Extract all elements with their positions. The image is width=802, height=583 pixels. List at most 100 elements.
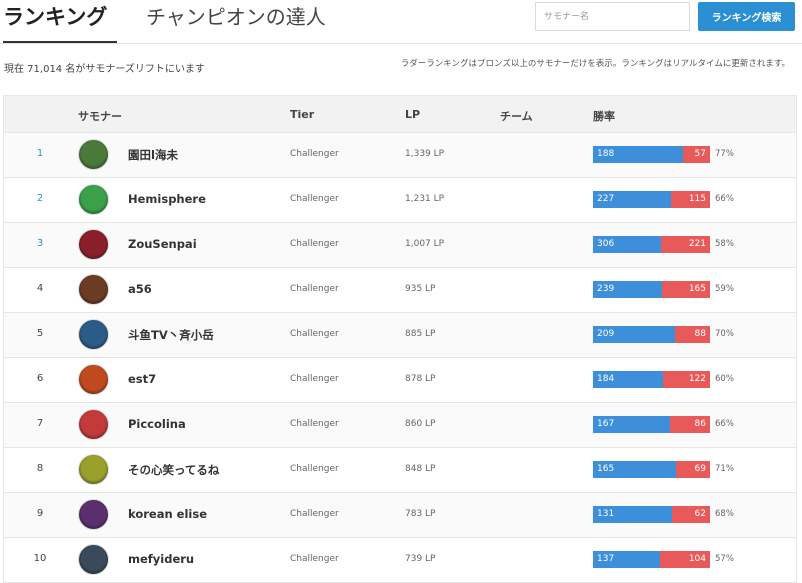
losses-bar: 57 [682, 146, 710, 163]
wins-bar: 188 [593, 146, 683, 163]
table-header: サモナー Tier LP チーム 勝率 [4, 96, 796, 133]
lp-value: 1,339 LP [405, 149, 445, 159]
lp-value: 860 LP [405, 419, 436, 429]
tier-label: Challenger [290, 149, 339, 159]
table-row[interactable]: 3 ZouSenpai Challenger 1,007 LP 306 221 58% [4, 223, 796, 268]
winrate-bar: 167 86 [593, 416, 710, 433]
tier-label: Challenger [290, 509, 339, 519]
wins-bar: 137 [593, 551, 660, 568]
losses-bar: 69 [675, 461, 710, 478]
rank-number: 7 [36, 418, 44, 429]
table-row[interactable]: 4 a56 Challenger 935 LP 239 165 59% [4, 268, 796, 313]
winrate-bar: 137 104 [593, 551, 710, 568]
lp-value: 885 LP [405, 329, 436, 339]
summoner-avatar[interactable] [78, 184, 109, 215]
losses-bar: 122 [663, 371, 710, 388]
wins-bar: 227 [593, 191, 671, 208]
winrate-percent: 66% [715, 194, 734, 204]
losses-bar: 165 [662, 281, 710, 298]
tier-label: Challenger [290, 554, 339, 564]
rank-number: 6 [36, 373, 44, 384]
winrate-percent: 77% [715, 149, 734, 159]
summoner-avatar[interactable] [78, 499, 109, 530]
summoner-avatar[interactable] [78, 139, 109, 170]
winrate-bar: 239 165 [593, 281, 710, 298]
summoner-name-link[interactable]: mefyideru [128, 552, 194, 566]
summoner-avatar[interactable] [78, 229, 109, 260]
wins-bar: 306 [593, 236, 661, 253]
header-lp: LP [405, 108, 421, 121]
summoner-avatar[interactable] [78, 544, 109, 575]
rank-number: 8 [36, 463, 44, 474]
table-row[interactable]: 10 mefyideru Challenger 739 LP 137 104 57% [4, 538, 796, 583]
summoner-search-input[interactable] [535, 2, 690, 31]
tier-label: Challenger [290, 374, 339, 384]
table-row[interactable]: 6 est7 Challenger 878 LP 184 122 60% [4, 358, 796, 403]
winrate-percent: 59% [715, 284, 734, 294]
rank-number: 5 [36, 328, 44, 339]
lp-value: 783 LP [405, 509, 436, 519]
winrate-bar: 188 57 [593, 146, 710, 163]
wins-bar: 209 [593, 326, 676, 343]
summoner-name-link[interactable]: est7 [128, 372, 156, 386]
table-row[interactable]: 1 園田l海未 Challenger 1,339 LP 188 57 77% [4, 133, 796, 178]
summoner-avatar[interactable] [78, 364, 109, 395]
winrate-percent: 68% [715, 509, 734, 519]
winrate-bar: 165 69 [593, 461, 710, 478]
tab-champion-masters[interactable]: チャンピオンの達人 [146, 2, 326, 32]
wins-bar: 167 [593, 416, 671, 433]
losses-bar: 104 [659, 551, 710, 568]
losses-bar: 88 [675, 326, 710, 343]
losses-bar: 221 [660, 236, 710, 253]
summoner-avatar[interactable] [78, 409, 109, 440]
winrate-percent: 57% [715, 554, 734, 564]
wins-bar: 165 [593, 461, 676, 478]
summoner-name-link[interactable]: 園田l海未 [128, 147, 178, 163]
header-team: チーム [500, 110, 533, 123]
winrate-bar: 131 62 [593, 506, 710, 523]
tier-label: Challenger [290, 329, 339, 339]
summoner-name-link[interactable]: Hemisphere [128, 192, 206, 206]
winrate-percent: 60% [715, 374, 734, 384]
wins-bar: 184 [593, 371, 664, 388]
table-row[interactable]: 9 korean elise Challenger 783 LP 131 62 68% [4, 493, 796, 538]
winrate-bar: 306 221 [593, 236, 710, 253]
ranking-note-text: ラダーランキングはブロンズ以上のサモナーだけを表示。ランキングはリアルタイムに更… [400, 59, 790, 69]
summoner-name-link[interactable]: ZouSenpai [128, 237, 197, 251]
tier-label: Challenger [290, 464, 339, 474]
rank-number: 1 [36, 148, 44, 159]
summoner-name-link[interactable]: korean elise [128, 507, 207, 521]
header-winrate: 勝率 [593, 110, 615, 123]
table-row[interactable]: 5 斗鱼TV丶斉小岳 Challenger 885 LP 209 88 70% [4, 313, 796, 358]
losses-bar: 86 [670, 416, 710, 433]
table-row[interactable]: 8 その心笑ってるね Challenger 848 LP 165 69 71% [4, 448, 796, 493]
rank-number: 3 [36, 238, 44, 249]
losses-bar: 115 [670, 191, 710, 208]
summoner-name-link[interactable]: a56 [128, 282, 152, 296]
winrate-percent: 71% [715, 464, 734, 474]
wins-bar: 131 [593, 506, 673, 523]
tier-label: Challenger [290, 239, 339, 249]
lp-value: 739 LP [405, 554, 436, 564]
rank-number: 9 [36, 508, 44, 519]
lp-value: 878 LP [405, 374, 436, 384]
summoner-avatar[interactable] [78, 319, 109, 350]
summoner-avatar[interactable] [78, 274, 109, 305]
ranking-table: サモナー Tier LP チーム 勝率 1 園田l海未 Challenger 1,33… [3, 95, 797, 583]
ranking-search-button[interactable]: ランキング検索 [698, 2, 795, 31]
winrate-percent: 58% [715, 239, 734, 249]
summoner-avatar[interactable] [78, 454, 109, 485]
tab-ranking[interactable]: ランキング [3, 2, 107, 32]
rank-number: 2 [36, 193, 44, 204]
table-row[interactable]: 7 Piccolina Challenger 860 LP 167 86 66% [4, 403, 796, 448]
wins-bar: 239 [593, 281, 663, 298]
losses-bar: 62 [672, 506, 710, 523]
summoner-name-link[interactable]: その心笑ってるね [128, 462, 219, 478]
tier-label: Challenger [290, 419, 339, 429]
table-body: 1 園田l海未 Challenger 1,339 LP 188 57 77% 2 Hemisph… [4, 133, 796, 583]
header-tier: Tier [290, 108, 315, 121]
lp-value: 848 LP [405, 464, 436, 474]
summoner-name-link[interactable]: 斗鱼TV丶斉小岳 [128, 327, 214, 343]
table-row[interactable]: 2 Hemisphere Challenger 1,231 LP 227 115 66% [4, 178, 796, 223]
summoner-name-link[interactable]: Piccolina [128, 417, 186, 431]
